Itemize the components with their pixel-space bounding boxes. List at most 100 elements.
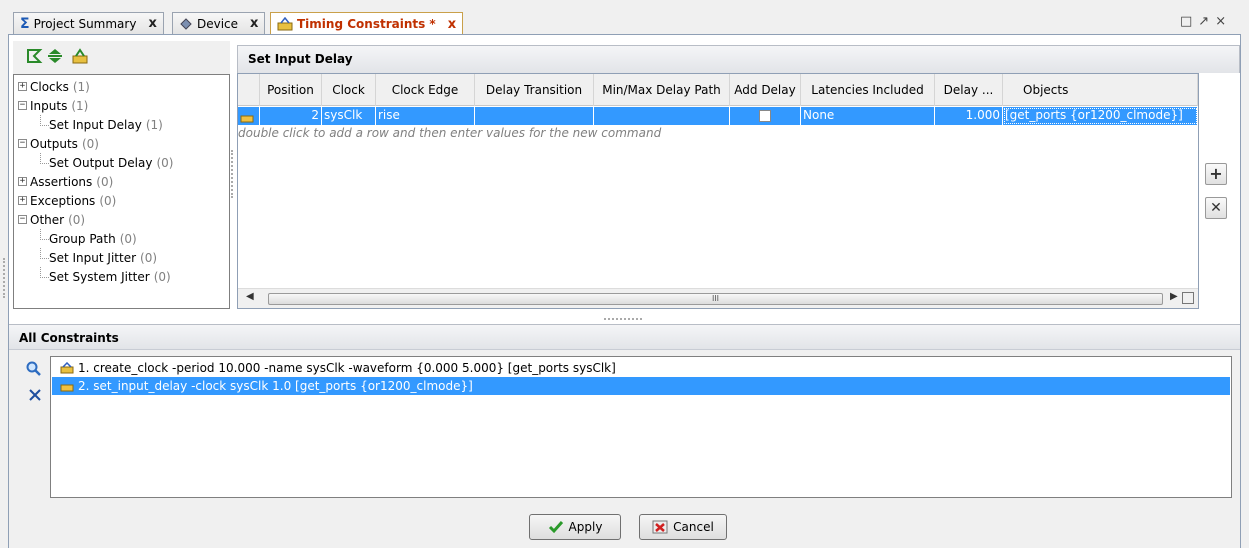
collapse-all-icon[interactable]	[46, 47, 64, 65]
column-header-minmax-path[interactable]: Min/Max Delay Path	[594, 74, 730, 106]
column-header-clock[interactable]: Clock	[322, 74, 376, 106]
splitter-handle[interactable]	[604, 318, 642, 321]
remove-row-button[interactable]: ✕	[1205, 197, 1227, 219]
tree-node-inputs[interactable]: − Inputs (1)	[14, 96, 229, 115]
cell-latencies[interactable]: None	[801, 107, 935, 125]
cell-objects[interactable]: [get_ports {or1200_clmode}]	[1003, 107, 1198, 125]
device-icon	[180, 17, 192, 30]
tab-label: Project Summary	[33, 16, 137, 31]
constraint-tree: + Clocks (1) − Inputs (1) Set Input Delay (1)…	[13, 74, 230, 309]
tree-node-set-input-jitter[interactable]: Set Input Jitter (0)	[14, 248, 229, 267]
clock-constraint-icon	[60, 362, 74, 374]
delete-icon[interactable]	[28, 388, 42, 402]
tree-node-count: (0)	[119, 231, 137, 246]
float-icon[interactable]: ↗	[1198, 14, 1215, 29]
scrollbar-thumb[interactable]: III	[268, 293, 1163, 305]
tree-node-label: Group Path	[49, 231, 116, 246]
close-tab-icon[interactable]: x	[250, 16, 258, 31]
new-constraint-icon[interactable]	[71, 47, 89, 65]
all-constraints-title: All Constraints	[9, 324, 1240, 350]
tree-node-set-output-delay[interactable]: Set Output Delay (0)	[14, 153, 229, 172]
tree-node-label: Clocks	[30, 79, 69, 94]
clock-constraint-icon	[277, 17, 293, 31]
add-row-button[interactable]: +	[1205, 163, 1227, 185]
splitter-handle[interactable]	[3, 258, 6, 298]
restore-icon[interactable]: □	[1180, 14, 1198, 29]
expand-icon[interactable]: +	[18, 177, 27, 186]
sigma-icon: Σ	[20, 15, 30, 32]
cell-add-delay[interactable]	[730, 107, 801, 125]
constraint-text: 2. set_input_delay -clock sysClk 1.0 [ge…	[78, 378, 473, 393]
expand-icon[interactable]: +	[18, 82, 27, 91]
column-header-clock-edge[interactable]: Clock Edge	[376, 74, 475, 106]
cell-position[interactable]: 2	[260, 107, 322, 125]
scroll-right-icon[interactable]: ▶	[1170, 291, 1178, 302]
cell-delay-transition[interactable]	[475, 107, 594, 125]
cell-clock[interactable]: sysClk	[322, 107, 376, 125]
tree-node-clocks[interactable]: + Clocks (1)	[14, 77, 229, 96]
set-input-delay-title: Set Input Delay	[237, 45, 1240, 73]
add-row-hint: double click to add a row and then enter…	[238, 126, 662, 140]
tree-node-group-path[interactable]: Group Path (0)	[14, 229, 229, 248]
tree-node-other[interactable]: − Other (0)	[14, 210, 229, 229]
tree-node-label: Set System Jitter	[49, 269, 150, 284]
column-header-position[interactable]: Position	[260, 74, 322, 106]
cell-delay[interactable]: 1.000	[935, 107, 1003, 125]
tree-node-count: (1)	[145, 117, 163, 132]
cell-minmax-path[interactable]	[594, 107, 730, 125]
window-controls: □↗×	[1180, 14, 1232, 29]
splitter-handle[interactable]	[231, 150, 234, 198]
tree-node-count: (0)	[81, 136, 99, 151]
cell-clock-edge[interactable]: rise	[376, 107, 475, 125]
tree-node-count: (0)	[140, 250, 158, 265]
tree-node-label: Set Input Jitter	[49, 250, 137, 265]
column-header-latencies-included[interactable]: Latencies Included	[801, 74, 935, 106]
cancel-button[interactable]: Cancel	[639, 514, 727, 540]
tree-node-outputs[interactable]: − Outputs (0)	[14, 134, 229, 153]
set-input-delay-grid: Position Clock Clock Edge Delay Transiti…	[237, 73, 1199, 309]
list-item[interactable]: 2. set_input_delay -clock sysClk 1.0 [ge…	[52, 377, 1230, 395]
tab-bar: Σ Project Summary x Device x Timing Cons…	[0, 0, 1249, 35]
tab-label: Device	[197, 16, 239, 31]
column-header-delay-transition[interactable]: Delay Transition	[475, 74, 594, 106]
cancel-label: Cancel	[673, 520, 714, 534]
horizontal-scrollbar[interactable]: ◀ III ▶	[238, 288, 1198, 308]
tree-node-label: Assertions	[30, 174, 93, 189]
close-tab-icon[interactable]: x	[148, 16, 156, 31]
constraints-list: 1. create_clock -period 10.000 -name sys…	[50, 356, 1232, 498]
tree-node-count: (1)	[72, 79, 90, 94]
apply-button[interactable]: Apply	[529, 514, 621, 540]
add-delay-checkbox[interactable]	[759, 109, 771, 122]
tab-project-summary[interactable]: Σ Project Summary x	[13, 12, 164, 34]
tree-node-count: (0)	[96, 174, 114, 189]
column-header-delay[interactable]: Delay ...	[935, 74, 1003, 106]
scroll-left-icon[interactable]: ◀	[246, 291, 254, 302]
row-header-corner	[238, 74, 260, 106]
checkmark-icon	[548, 521, 563, 534]
tree-node-label: Exceptions	[30, 193, 96, 208]
collapse-icon[interactable]: −	[18, 139, 27, 148]
collapse-icon[interactable]: −	[18, 101, 27, 110]
close-icon[interactable]: ×	[1215, 14, 1232, 29]
tree-node-set-system-jitter[interactable]: Set System Jitter (0)	[14, 267, 229, 286]
tree-node-label: Inputs	[30, 98, 68, 113]
table-row[interactable]: 2 sysClk rise None 1.000 [get_ports {or1…	[238, 107, 1198, 125]
tree-node-count: (0)	[156, 155, 174, 170]
tree-node-exceptions[interactable]: + Exceptions (0)	[14, 191, 229, 210]
column-header-objects[interactable]: Objects	[1003, 74, 1198, 106]
tab-device[interactable]: Device x	[172, 12, 266, 34]
list-item[interactable]: 1. create_clock -period 10.000 -name sys…	[52, 359, 1230, 377]
row-edit-icon	[238, 107, 260, 125]
tree-node-label: Other	[30, 212, 65, 227]
expand-all-icon[interactable]	[25, 47, 43, 65]
tab-timing-constraints[interactable]: Timing Constraints * x	[270, 12, 464, 35]
collapse-icon[interactable]: −	[18, 215, 27, 224]
expand-icon[interactable]: +	[18, 196, 27, 205]
search-icon[interactable]	[26, 361, 42, 377]
column-chooser-icon[interactable]	[1182, 292, 1194, 304]
close-tab-icon[interactable]: x	[448, 17, 456, 32]
column-header-add-delay[interactable]: Add Delay	[730, 74, 801, 106]
tree-node-assertions[interactable]: + Assertions (0)	[14, 172, 229, 191]
tree-node-count: (1)	[71, 98, 89, 113]
tree-node-set-input-delay[interactable]: Set Input Delay (1)	[14, 115, 229, 134]
